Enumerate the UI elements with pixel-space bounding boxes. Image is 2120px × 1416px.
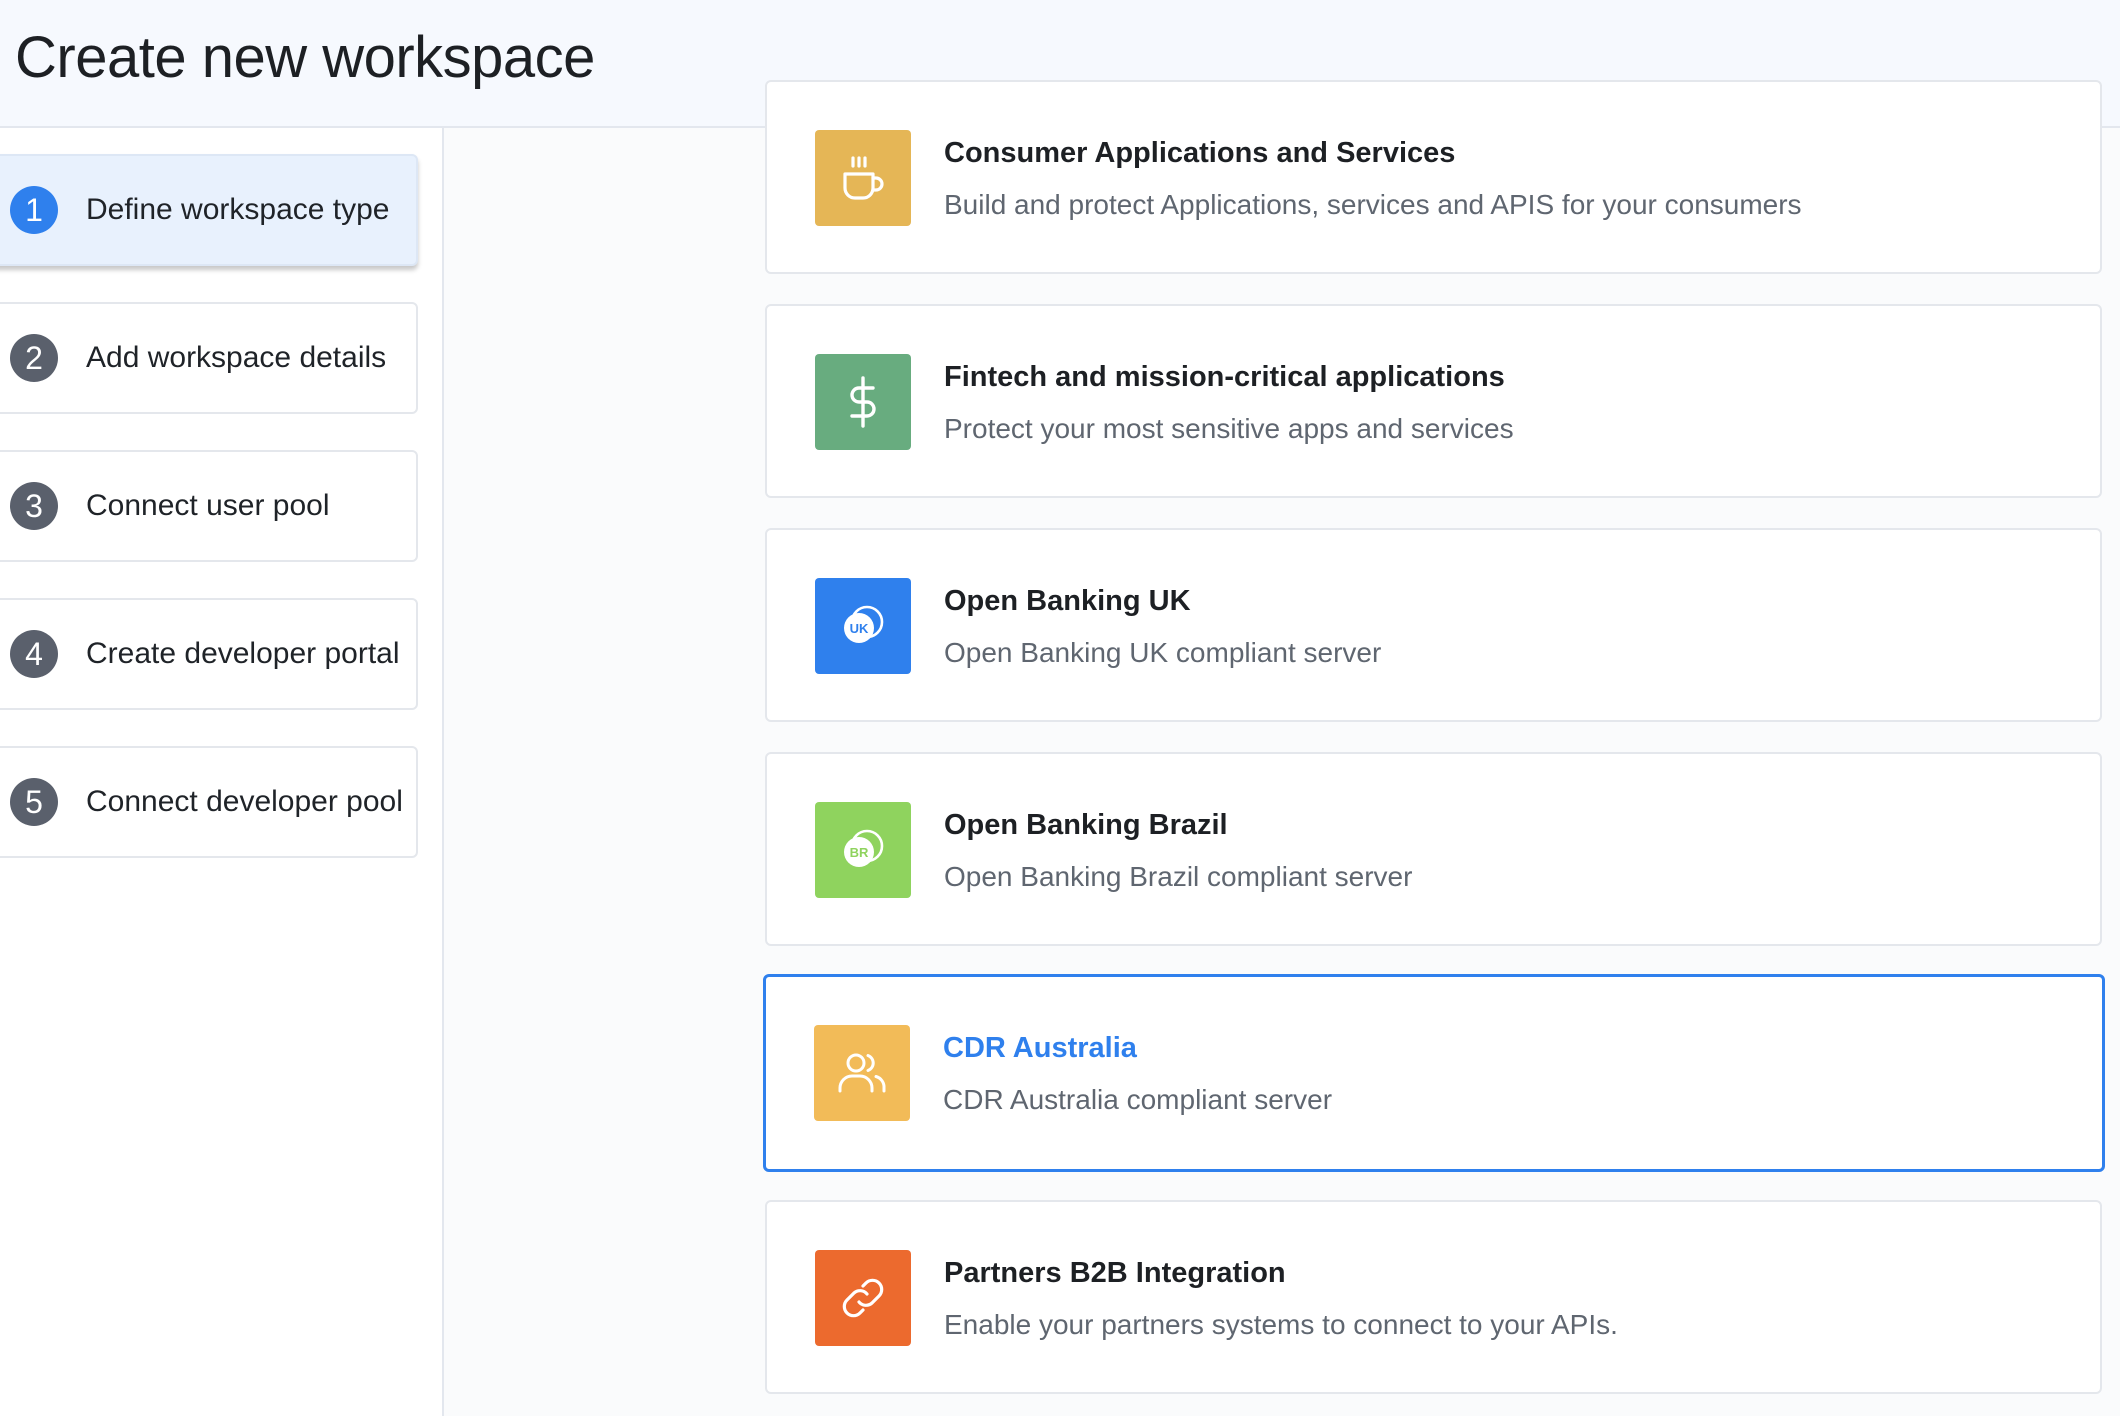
step-connect-user-pool[interactable]: 3 Connect user pool	[0, 450, 418, 562]
step-define-workspace-type[interactable]: 1 Define workspace type	[0, 154, 418, 266]
link-icon	[815, 1250, 911, 1346]
card-description: CDR Australia compliant server	[943, 1084, 1333, 1115]
card-title: Open Banking Brazil	[944, 809, 1228, 841]
coffee-cup-icon	[815, 130, 911, 226]
stepper-sidebar: 1 Define workspace type 2 Add workspace …	[0, 128, 444, 1416]
step-label: Create developer portal	[86, 637, 400, 670]
card-description: Open Banking Brazil compliant server	[944, 861, 1413, 892]
card-description: Enable your partners systems to connect …	[944, 1309, 1618, 1340]
step-label: Add workspace details	[86, 341, 387, 374]
workspace-type-card-consumer[interactable]: Consumer Applications and Services Build…	[765, 80, 2102, 274]
card-title: Partners B2B Integration	[944, 1257, 1286, 1289]
step-number: 1	[10, 186, 58, 234]
users-icon	[814, 1025, 910, 1121]
workspace-type-card-cdr-australia[interactable]: CDR Australia CDR Australia compliant se…	[763, 974, 2105, 1172]
step-number: 4	[10, 630, 58, 678]
step-label: Define workspace type	[86, 193, 390, 226]
step-create-developer-portal[interactable]: 4 Create developer portal	[0, 598, 418, 710]
workspace-type-card-open-banking-uk[interactable]: UK Open Banking UK Open Banking UK compl…	[765, 528, 2102, 722]
step-number: 2	[10, 334, 58, 382]
step-label: Connect user pool	[86, 489, 330, 522]
card-description: Open Banking UK compliant server	[944, 637, 1382, 668]
step-number: 3	[10, 482, 58, 530]
step-add-workspace-details[interactable]: 2 Add workspace details	[0, 302, 418, 414]
br-badge-text: BR	[850, 845, 869, 860]
step-connect-developer-pool[interactable]: 5 Connect developer pool	[0, 746, 418, 858]
workspace-type-card-fintech[interactable]: Fintech and mission-critical application…	[765, 304, 2102, 498]
card-description: Protect your most sensitive apps and ser…	[944, 413, 1514, 444]
card-description: Build and protect Applications, services…	[944, 189, 1802, 220]
card-title: Fintech and mission-critical application…	[944, 361, 1505, 393]
step-number: 5	[10, 778, 58, 826]
card-title: Consumer Applications and Services	[944, 137, 1456, 169]
page-title: Create new workspace	[15, 25, 595, 90]
card-title: CDR Australia	[943, 1032, 1137, 1064]
uk-badge-text: UK	[850, 621, 869, 636]
dollar-icon	[815, 354, 911, 450]
card-title: Open Banking UK	[944, 585, 1191, 617]
uk-badge-icon: UK	[815, 578, 911, 674]
workspace-type-card-open-banking-brazil[interactable]: BR Open Banking Brazil Open Banking Braz…	[765, 752, 2102, 946]
step-label: Connect developer pool	[86, 785, 403, 818]
workspace-type-card-partners-b2b[interactable]: Partners B2B Integration Enable your par…	[765, 1200, 2102, 1394]
br-badge-icon: BR	[815, 802, 911, 898]
